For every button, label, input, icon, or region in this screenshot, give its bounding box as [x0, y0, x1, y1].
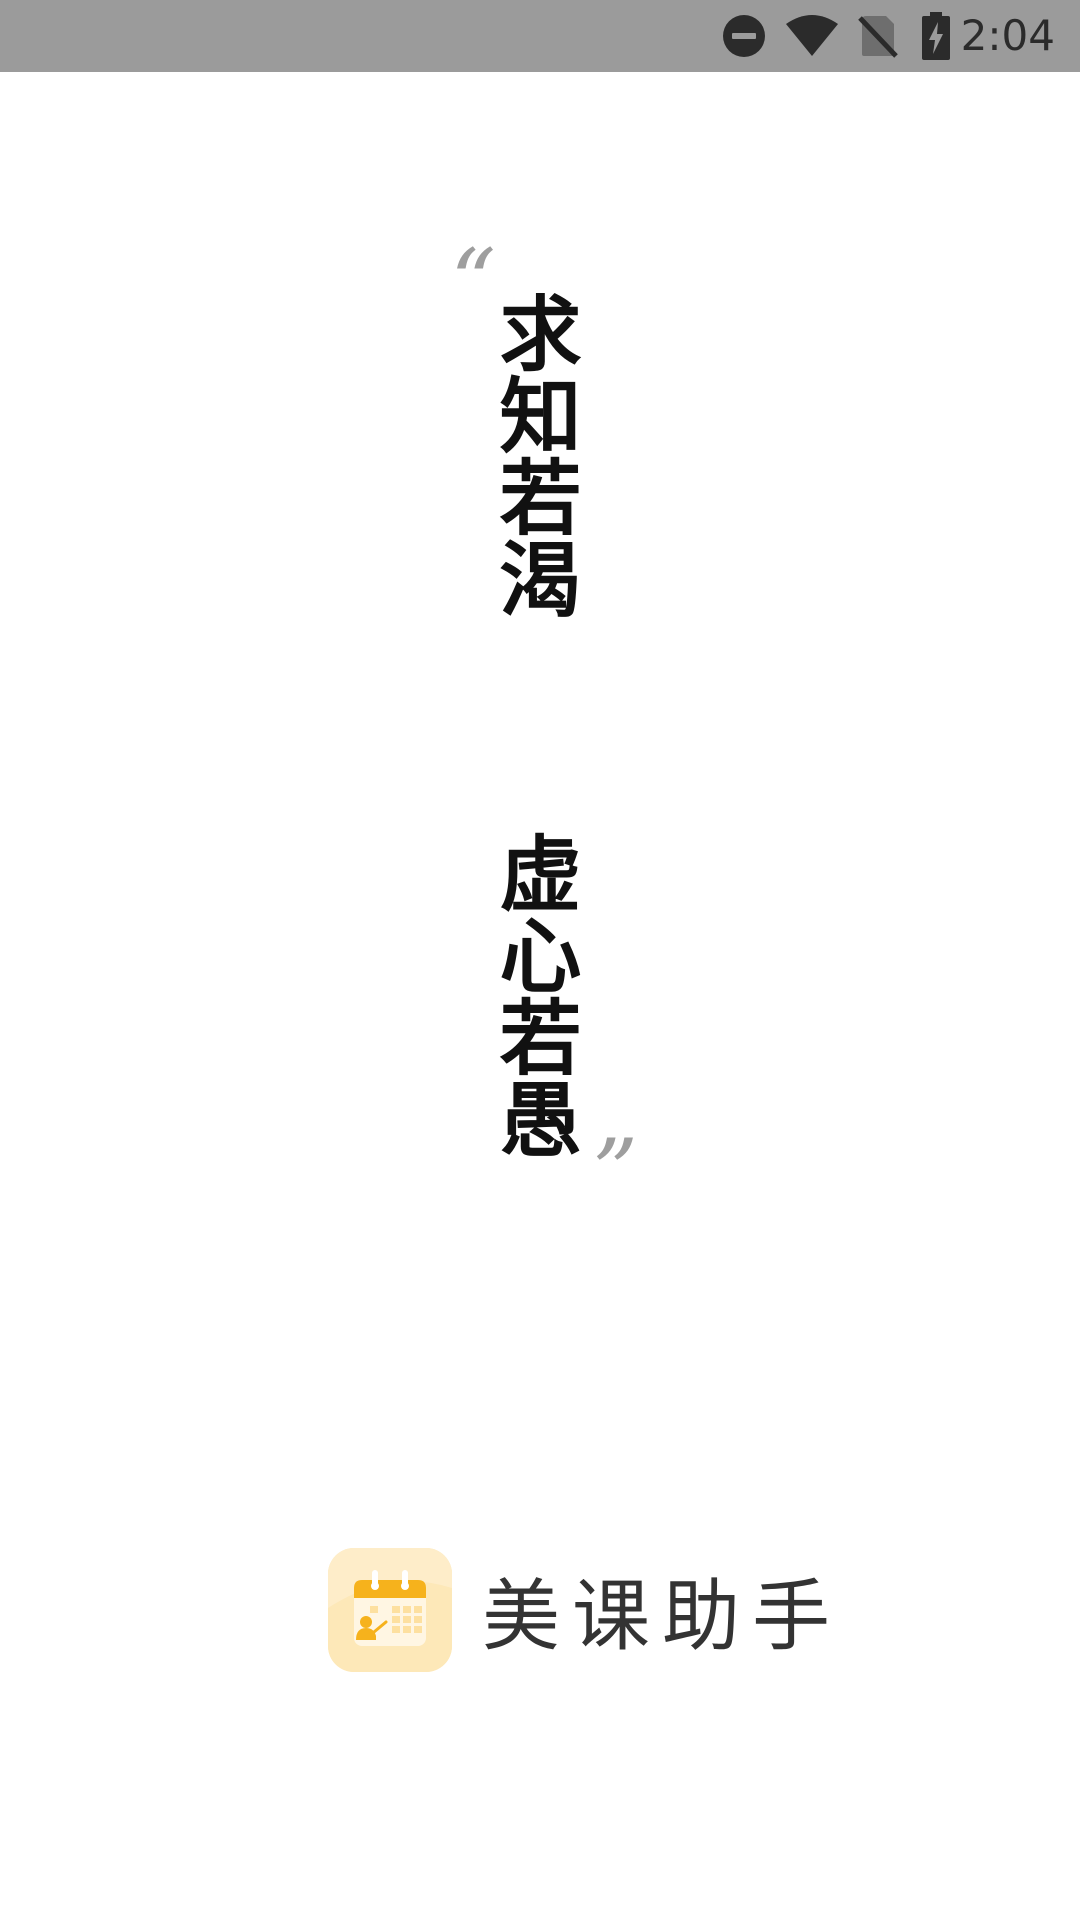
quote-line-2: 虚心若愚	[485, 831, 581, 1159]
no-sim-icon	[858, 0, 898, 72]
brand: 美课助手	[328, 1548, 842, 1672]
status-time: 2:04	[960, 11, 1055, 60]
quote-line-1: 求知若渴	[485, 291, 581, 619]
calendar-teacher-icon	[328, 1548, 452, 1672]
do-not-disturb-icon	[722, 0, 766, 72]
close-quote-mark: ”	[592, 1120, 639, 1225]
status-bar: 2:04	[0, 0, 1080, 72]
battery-charging-icon	[920, 0, 952, 72]
wifi-icon	[784, 0, 840, 72]
app-name: 美课助手	[482, 1572, 843, 1662]
